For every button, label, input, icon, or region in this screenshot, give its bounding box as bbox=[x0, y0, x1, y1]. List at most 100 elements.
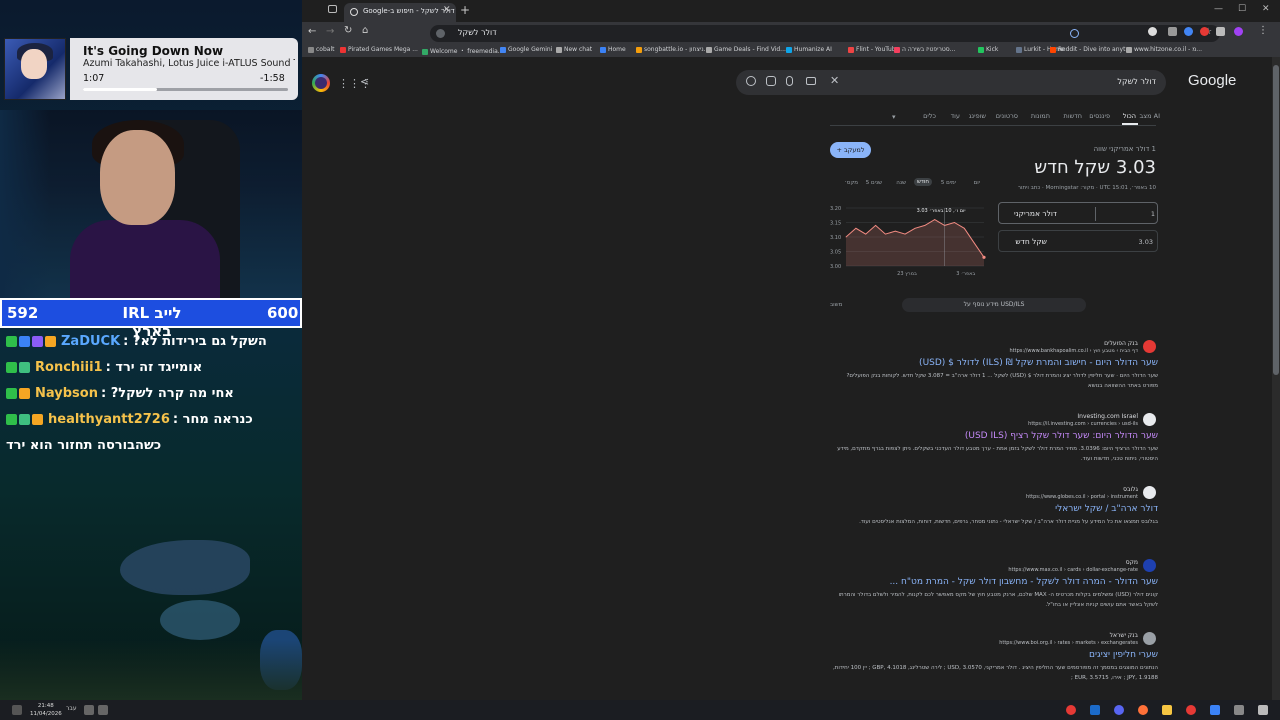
converter-from-amount[interactable]: 1 bbox=[1099, 210, 1155, 218]
extension-icon[interactable] bbox=[1184, 27, 1193, 36]
result-site-name[interactable]: בנק הפועלים bbox=[1104, 340, 1138, 347]
page-scrollbar[interactable] bbox=[1272, 57, 1280, 700]
converter-to[interactable]: שקל חדש 3.03 bbox=[998, 230, 1158, 252]
result-favicon-icon[interactable] bbox=[1143, 559, 1156, 572]
search-tab[interactable]: פיננסים bbox=[1089, 112, 1110, 120]
range-tab[interactable]: מקס׳ bbox=[845, 180, 859, 186]
start-icon[interactable] bbox=[1258, 705, 1268, 715]
extension-icon[interactable] bbox=[1216, 27, 1225, 36]
app-icon[interactable] bbox=[1210, 705, 1220, 715]
bookmark-item[interactable]: סטריפטיז בשירה ה... bbox=[894, 46, 955, 53]
bookmark-item[interactable]: Kick bbox=[978, 46, 998, 53]
extension-icon[interactable] bbox=[1168, 27, 1177, 36]
result-url[interactable]: https://il.investing.com › currencies › … bbox=[1028, 421, 1138, 427]
bookmark-item[interactable]: Humanize AI bbox=[786, 46, 832, 53]
share-icon[interactable]: ⋖ bbox=[360, 75, 369, 88]
google-logo[interactable]: Google bbox=[1188, 72, 1236, 89]
firefox-icon[interactable] bbox=[1138, 705, 1148, 715]
converter-to-amount[interactable]: 3.03 bbox=[1003, 238, 1153, 246]
follow-button[interactable]: + למעקב bbox=[830, 142, 871, 158]
app-icon[interactable] bbox=[1186, 705, 1196, 715]
result-title-link[interactable]: שער הדולר היום: שער דולר שקל רציף (USD I… bbox=[965, 431, 1158, 441]
bookmark-item[interactable]: Google Gemini bbox=[500, 46, 552, 53]
home-icon[interactable]: ⌂ bbox=[362, 25, 368, 36]
result-title-link[interactable]: שער הדולר - המרה דולר לשקל - מחשבון דולר… bbox=[890, 577, 1158, 587]
bookmark-item[interactable]: Home bbox=[600, 46, 626, 53]
range-tab[interactable]: 5 שנים bbox=[866, 180, 882, 186]
keyboard-icon[interactable] bbox=[806, 77, 816, 85]
search-tab[interactable]: כלים bbox=[923, 112, 936, 120]
discord-icon[interactable] bbox=[1114, 705, 1124, 715]
range-tab[interactable]: שנה bbox=[896, 180, 906, 186]
new-tab-icon[interactable]: + bbox=[460, 3, 470, 17]
bookmark-item[interactable]: Pirated Games Mega ... bbox=[340, 46, 418, 53]
back-icon[interactable]: ← bbox=[308, 26, 316, 37]
scrollbar-thumb[interactable] bbox=[1273, 65, 1279, 375]
system-clock[interactable]: 21:48 11/04/2026 bbox=[30, 702, 62, 718]
result-url[interactable]: https://www.max.co.il › cards › dollar-e… bbox=[1008, 567, 1138, 573]
lens-icon[interactable] bbox=[766, 76, 776, 86]
clear-search-icon[interactable]: ✕ bbox=[830, 74, 839, 87]
result-site-name[interactable]: Investing.com Israel bbox=[1077, 413, 1138, 420]
search-tab[interactable]: הכול bbox=[1123, 112, 1136, 120]
tools-chevron-icon[interactable]: ▾ bbox=[892, 113, 896, 121]
bookmark-item[interactable]: Reddit - Dive into anyt... bbox=[1050, 46, 1131, 53]
bookmark-item[interactable]: Game Deals - Find Vid... bbox=[706, 46, 786, 53]
bookmark-item[interactable]: New chat bbox=[556, 46, 592, 53]
tab-close-icon[interactable]: ✕ bbox=[443, 5, 451, 15]
result-title-link[interactable]: שער הדולר היום - חישוב והמרת שקל ₪ (ILS)… bbox=[919, 358, 1158, 368]
app-icon[interactable] bbox=[1090, 705, 1100, 715]
app-icon[interactable] bbox=[1066, 705, 1076, 715]
bookmark-item[interactable]: songbattle.io - ניצחון... bbox=[636, 46, 709, 53]
mic-icon[interactable] bbox=[786, 76, 793, 86]
notification-icon[interactable] bbox=[12, 705, 22, 715]
result-site-name[interactable]: מקס bbox=[1126, 559, 1138, 566]
result-favicon-icon[interactable] bbox=[1143, 486, 1156, 499]
converter-from[interactable]: דולר אמריקני 1 bbox=[998, 202, 1158, 224]
result-title-link[interactable]: דולר ארה"ב / שקל ישראלי bbox=[1055, 504, 1158, 514]
search-tab[interactable]: חדשות bbox=[1064, 112, 1082, 120]
volume-icon[interactable] bbox=[98, 705, 108, 715]
range-tab[interactable]: 5 ימים bbox=[941, 180, 956, 186]
account-avatar[interactable] bbox=[312, 74, 330, 92]
tab-actions-icon[interactable] bbox=[328, 5, 337, 13]
folder-icon[interactable] bbox=[1162, 705, 1172, 715]
result-title-link[interactable]: שערי חליפין יציגים bbox=[1089, 650, 1158, 660]
feedback-link[interactable]: משוב bbox=[830, 302, 842, 308]
range-tab[interactable]: חודש bbox=[914, 178, 932, 186]
maximize-icon[interactable]: ☐ bbox=[1238, 4, 1246, 14]
result-favicon-icon[interactable] bbox=[1143, 340, 1156, 353]
result-site-name[interactable]: בנק ישראל bbox=[1110, 632, 1138, 639]
browser-tab-active[interactable]: דולר לשקל - חיפוש ב-Google ✕ bbox=[344, 3, 456, 22]
wifi-icon[interactable] bbox=[84, 705, 94, 715]
minimize-icon[interactable]: — bbox=[1214, 4, 1223, 14]
reload-icon[interactable]: ↻ bbox=[344, 25, 352, 36]
result-favicon-icon[interactable] bbox=[1143, 413, 1156, 426]
search-icon[interactable] bbox=[746, 76, 756, 86]
search-tab[interactable]: מצב AI bbox=[1140, 112, 1160, 120]
menu-dots-icon[interactable]: ⋮ bbox=[1258, 25, 1268, 36]
app-icon[interactable] bbox=[1234, 705, 1244, 715]
result-favicon-icon[interactable] bbox=[1143, 632, 1156, 645]
search-tab[interactable]: סרטונים bbox=[996, 112, 1018, 120]
extension-icon[interactable] bbox=[1148, 27, 1157, 36]
bookmark-item[interactable]: www.hitzone.co.il - מ... bbox=[1126, 46, 1202, 53]
bookmark-item[interactable]: Flint - YouTube bbox=[848, 46, 899, 53]
result-url[interactable]: https://www.boi.org.il › rates › markets… bbox=[999, 640, 1138, 646]
search-tab[interactable]: שופינג bbox=[969, 112, 986, 120]
extension-icon[interactable] bbox=[1200, 27, 1209, 36]
more-info-button[interactable]: מידע נוסף על USD/ILS bbox=[902, 298, 1086, 312]
address-bar[interactable]: דולר לשקל ☆ bbox=[430, 25, 1220, 42]
search-box[interactable]: ✕ דולר לשקל bbox=[736, 70, 1166, 95]
profile-icon[interactable] bbox=[1234, 27, 1243, 36]
language-indicator[interactable]: עבר bbox=[66, 705, 77, 712]
rate-chart[interactable]: 3.20 3.15 3.10 3.05 3.00 3.03 יום ו׳, 10 באפר… bbox=[830, 200, 992, 290]
bookmark-item[interactable]: Welcome ・ freemedia... bbox=[422, 46, 504, 55]
result-site-name[interactable]: גלובס bbox=[1123, 486, 1138, 493]
range-tab[interactable]: יום bbox=[974, 180, 980, 186]
search-tab[interactable]: תמונות bbox=[1031, 112, 1050, 120]
close-window-icon[interactable]: ✕ bbox=[1262, 4, 1270, 14]
forward-icon[interactable]: → bbox=[326, 26, 334, 37]
site-info-icon[interactable] bbox=[436, 29, 445, 38]
result-url[interactable]: https://www.globes.co.il › portal › inst… bbox=[1026, 494, 1138, 500]
